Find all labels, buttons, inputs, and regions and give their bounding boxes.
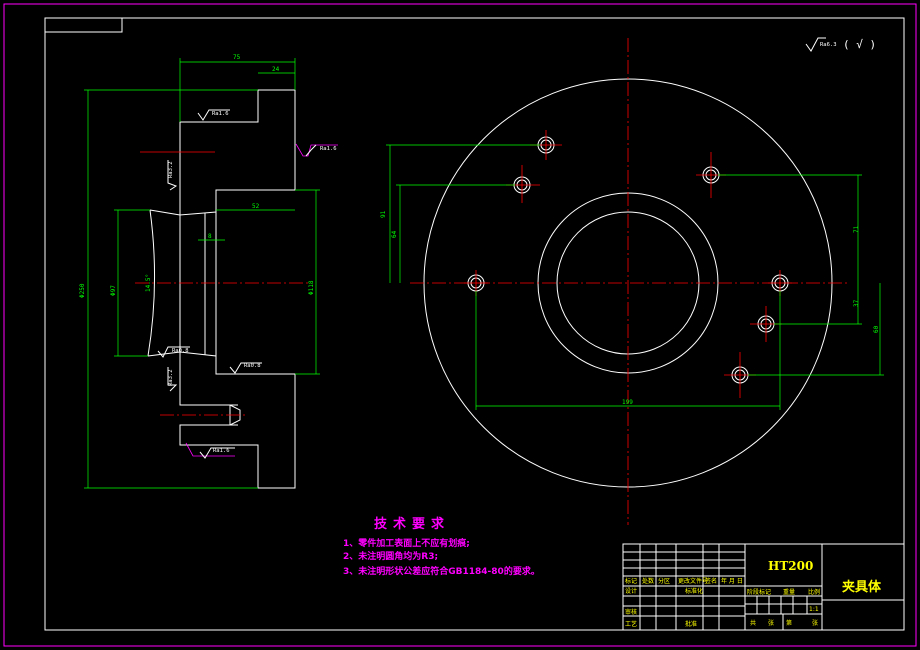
- dim-overall-width: 75: [233, 54, 241, 61]
- note-item-1: 1、零件加工表面上不应有划痕;: [343, 537, 470, 549]
- section-view: [135, 89, 310, 489]
- bolt-hole: [506, 165, 540, 203]
- tb-part-name: 夹具体: [842, 579, 882, 595]
- note-item-2: 2、未注明圆角均为R3;: [343, 550, 438, 562]
- tb-material: HT200: [768, 559, 813, 573]
- plan-view: [410, 38, 850, 525]
- dim-flange-thickness: 24: [272, 66, 280, 73]
- rough-top-face: Ra1.6: [212, 111, 229, 117]
- dim-h60: 60: [873, 325, 880, 333]
- note-item-3: 3、未注明形状公差应符合GB1184-80的要求。: [343, 565, 540, 577]
- rough-bottom-face: Ra1.6: [213, 448, 230, 454]
- tb-header-count: 处数: [642, 577, 654, 585]
- technical-notes: 技术要求 1、零件加工表面上不应有划痕; 2、未注明圆角均为R3; 3、未注明形…: [343, 516, 540, 577]
- rough-right-face: Ra1.6: [320, 146, 337, 152]
- dim-groove-width: 8: [208, 233, 212, 240]
- general-roughness-value: Ra6.3: [820, 42, 837, 48]
- corner-tag-box: [45, 18, 123, 33]
- dim-bore-dia: Φ118: [308, 280, 315, 295]
- sheet-outer-border: [3, 3, 917, 647]
- tb-sheets: 张: [768, 619, 774, 627]
- tb-standard: 标准化: [685, 587, 703, 595]
- title-block: 标记 处数 分区 更改文件号 签名 年 月 日 设计 标准化 审核 工艺 批准 …: [622, 543, 905, 631]
- tb-stage: 阶段标记: [747, 588, 771, 596]
- tb-header-zone: 分区: [658, 577, 670, 585]
- section-lower-body: [179, 351, 296, 489]
- tb-total: 共: [750, 619, 756, 627]
- dim-h71: 71: [853, 225, 860, 233]
- general-roughness-suffix: ( √ ): [843, 38, 876, 51]
- notes-title: 技术要求: [374, 516, 450, 532]
- dim-outer-dia: Φ250: [79, 283, 86, 298]
- tb-header-date: 年 月 日: [721, 577, 743, 585]
- tb-sheets-2: 张: [812, 619, 818, 627]
- tb-approve: 批准: [685, 620, 697, 628]
- dim-w199: 199: [622, 399, 633, 406]
- rough-taper: Ra0.8: [172, 348, 189, 354]
- tb-craft: 工艺: [625, 620, 637, 628]
- tb-review: 审核: [625, 608, 637, 616]
- tb-scale-value: 1:1: [809, 606, 819, 613]
- dim-h91: 91: [380, 210, 387, 218]
- section-upper-body: [179, 89, 296, 216]
- dim-bore-depth: 52: [252, 203, 260, 210]
- dim-h64: 64: [391, 230, 398, 238]
- dim-angle: 14.5°: [145, 274, 152, 292]
- rough-bore: Ra0.8: [244, 363, 261, 369]
- tb-design: 设计: [625, 587, 637, 595]
- rough-left-lower: Ra3.2: [168, 369, 174, 386]
- dim-h37: 37: [853, 299, 860, 307]
- tb-header-doc: 更改文件号: [678, 577, 708, 585]
- tb-sheet-no: 第: [786, 619, 792, 627]
- general-roughness: Ra6.3 ( √ ): [805, 37, 876, 52]
- tb-header-sign: 签名: [705, 577, 717, 585]
- dim-inner-dia: Φ97: [110, 285, 117, 296]
- tb-header-mark: 标记: [625, 577, 637, 585]
- plan-dimensions: 91 64 71 37 60 199: [380, 144, 884, 410]
- tb-weight: 重量: [783, 588, 795, 596]
- engineering-drawing: Ra6.3 ( √ ) 75 24 52 8 Φ250 Φ97 Φ118 14.…: [3, 3, 917, 647]
- rough-left-upper: Ra3.2: [168, 161, 174, 178]
- tb-scale-label: 比例: [808, 588, 820, 596]
- section-dimensions: 75 24 52 8 Φ250 Φ97 Φ118 14.5°: [79, 54, 320, 489]
